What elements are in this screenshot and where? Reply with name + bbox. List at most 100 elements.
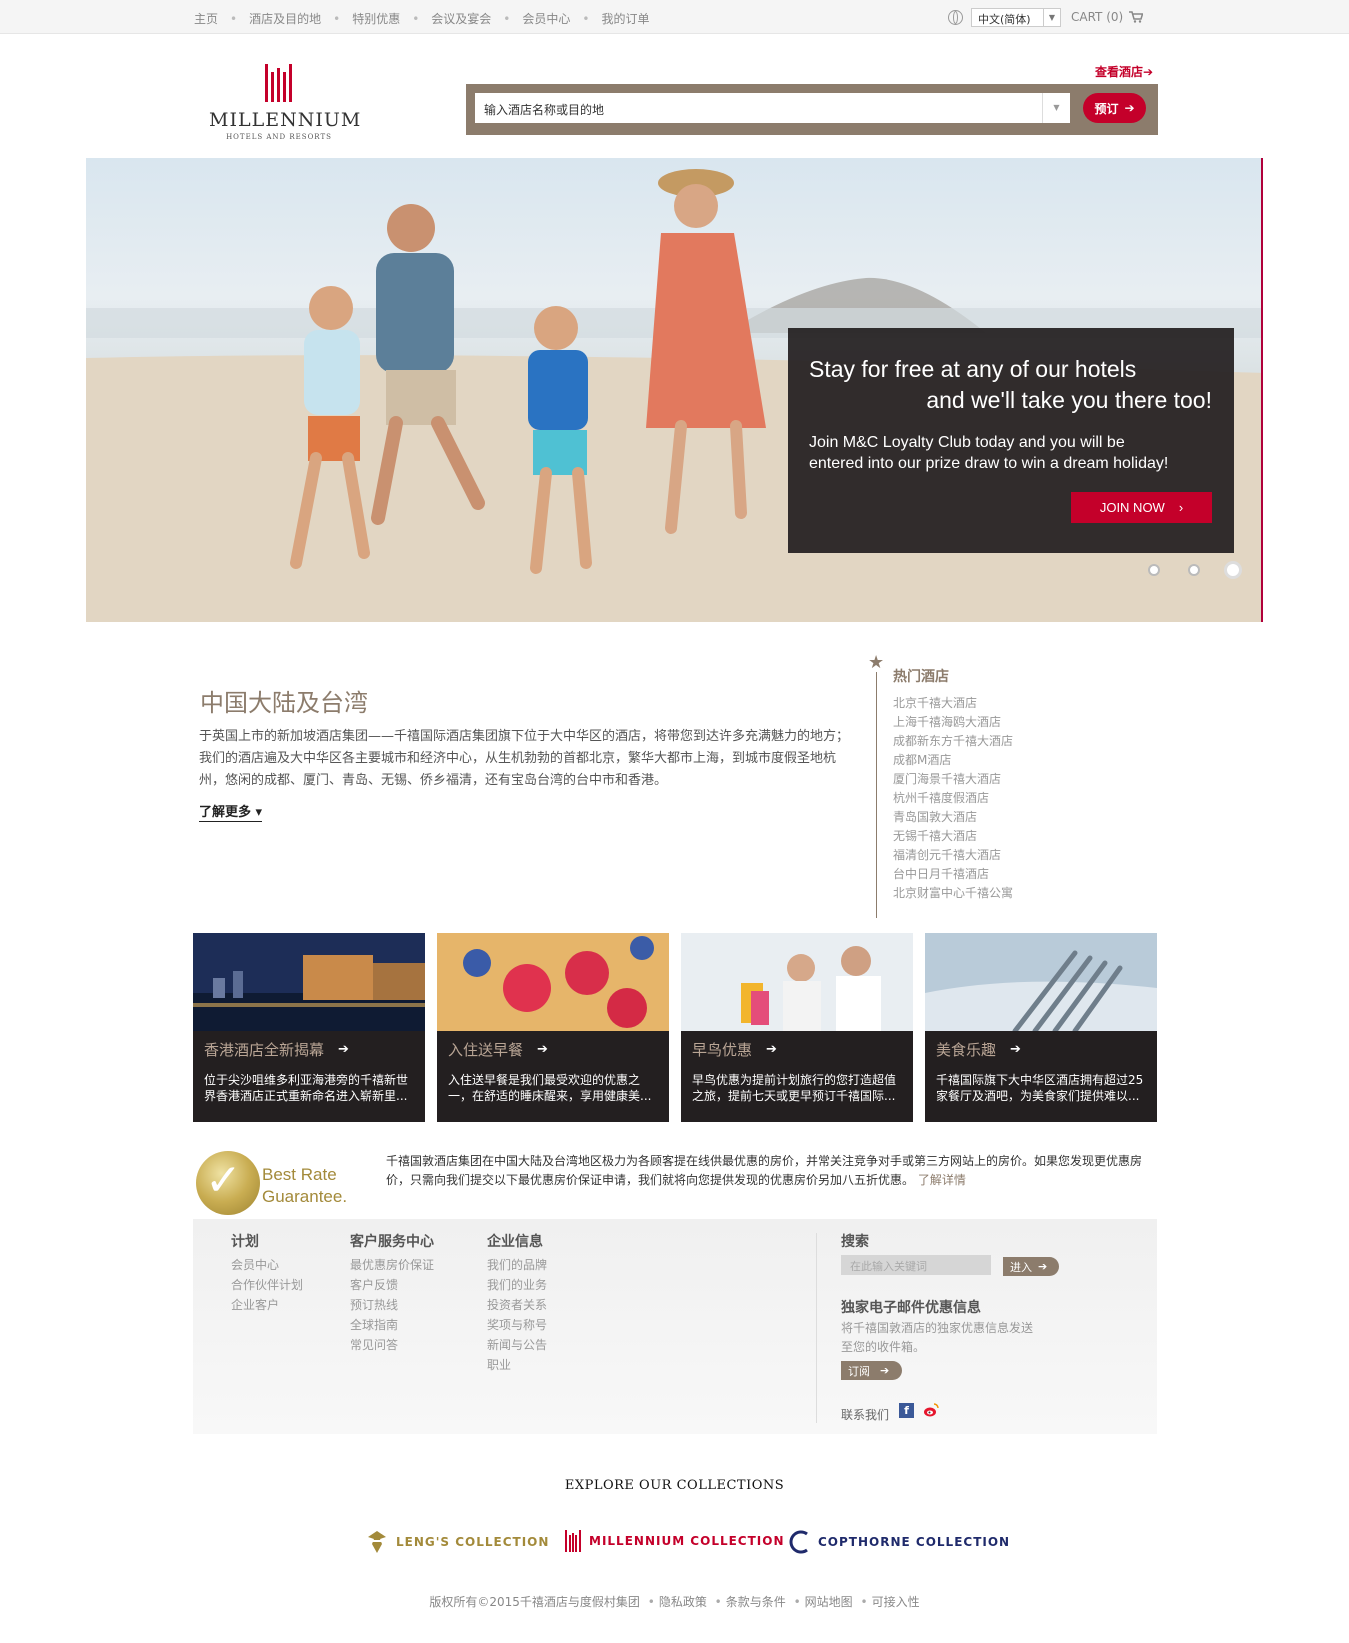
best-rate-badge-icon: ✓	[196, 1151, 260, 1215]
lengs-collection-logo[interactable]: LENG'S COLLECTION	[366, 1530, 549, 1554]
hot-hotel-link[interactable]: 上海千禧海鸥大酒店	[893, 713, 1013, 732]
privacy-link[interactable]: 隐私政策	[659, 1595, 707, 1609]
offer-tile-early-bird[interactable]: 早鸟优惠 ➔ 早鸟优惠为提前计划旅行的您打造超值之旅，提前七天或更早预订千禧国际…	[681, 933, 913, 1122]
slide-dot-1[interactable]	[1148, 564, 1160, 576]
tile-title: 美食乐趣	[936, 1041, 997, 1059]
footer-link[interactable]: 合作伙伴计划	[231, 1275, 303, 1295]
footer-link[interactable]: 新闻与公告	[487, 1335, 547, 1355]
nav-home[interactable]: 主页	[194, 10, 218, 27]
footer-search-input[interactable]: 在此输入关键词	[841, 1255, 991, 1275]
cart-label: CART (0)	[1071, 10, 1124, 24]
language-select[interactable]: 中文(简体) ▼	[971, 8, 1061, 27]
offer-tile-hk-hotel[interactable]: 香港酒店全新揭幕 ➔ 位于尖沙咀维多利亚海港旁的千禧新世界香港酒店正式重新命名进…	[193, 933, 425, 1122]
hotel-search-bar: 输入酒店名称或目的地 ▼ 预订 ➔	[466, 84, 1158, 135]
copthorne-collection-logo[interactable]: COPTHORNE COLLECTION	[788, 1530, 1010, 1554]
destination-input[interactable]: 输入酒店名称或目的地 ▼	[475, 93, 1070, 123]
accessibility-link[interactable]: 可接入性	[872, 1595, 920, 1609]
arrow-right-icon: ➔	[766, 1042, 777, 1057]
nav-members[interactable]: 会员中心	[522, 10, 570, 27]
cart-icon	[1129, 11, 1144, 23]
hot-hotel-link[interactable]: 无锡千禧大酒店	[893, 827, 1013, 846]
chevron-down-icon: ▼	[1043, 9, 1060, 26]
region-title: 中国大陆及台湾	[200, 689, 368, 717]
hot-hotel-link[interactable]: 福清创元千禧大酒店	[893, 846, 1013, 865]
chevron-right-icon: ›	[1178, 500, 1184, 515]
hot-hotel-link[interactable]: 北京千禧大酒店	[893, 694, 1013, 713]
hot-hotel-link[interactable]: 成都M酒店	[893, 751, 1013, 770]
couple-shopping-image	[681, 933, 913, 1031]
arrow-right-icon: ➔	[537, 1042, 548, 1057]
learn-more-link[interactable]: 了解更多 ▾	[199, 805, 263, 822]
tile-description: 位于尖沙咀维多利亚海港旁的千禧新世界香港酒店正式重新命名进入崭新里...	[204, 1073, 409, 1103]
star-icon: ★	[868, 652, 885, 673]
slide-dot-3[interactable]	[1224, 561, 1242, 579]
hot-hotels-divider	[876, 672, 877, 918]
arrow-right-icon: ➔	[1010, 1042, 1021, 1057]
collections-heading: EXPLORE OUR COLLECTIONS	[564, 1478, 785, 1493]
footer-link[interactable]: 预订热线	[350, 1295, 434, 1315]
promo-headline-1: Stay for free at any of our hotels	[809, 356, 1137, 382]
arrow-right-icon: ➔	[1124, 101, 1135, 115]
footer-link[interactable]: 会员中心	[231, 1255, 303, 1275]
tile-description: 千禧国际旗下大中华区酒店拥有超过25家餐厅及酒吧，为美食家们提供难以...	[936, 1073, 1144, 1103]
hot-hotel-link[interactable]: 成都新东方千禧大酒店	[893, 732, 1013, 751]
millennium-logo[interactable]: MILLENNIUM HOTELS AND RESORTS	[209, 62, 362, 146]
footer-heading: 企业信息	[487, 1234, 543, 1250]
weibo-icon[interactable]	[923, 1402, 939, 1418]
best-rate-description: 千禧国敦酒店集团在中国大陆及台湾地区极力为各顾客提在线供最优惠的房价，并常关注竞…	[386, 1154, 1143, 1187]
view-hotels-link[interactable]: 查看酒店➔	[1095, 63, 1153, 80]
nav-meetings[interactable]: 会议及宴会	[431, 10, 491, 27]
join-now-button[interactable]: JOIN NOW ›	[1071, 492, 1212, 523]
footer-link[interactable]: 企业客户	[231, 1295, 303, 1315]
terms-link[interactable]: 条款与条件	[726, 1595, 786, 1609]
footer-link[interactable]: 奖项与称号	[487, 1315, 547, 1335]
sitemap-link[interactable]: 网站地图	[805, 1595, 853, 1609]
millennium-collection-logo[interactable]: MILLENNIUM COLLECTION	[565, 1530, 785, 1552]
nav-hotels-destinations[interactable]: 酒店及目的地	[249, 10, 321, 27]
offer-tile-dining[interactable]: 美食乐趣 ➔ 千禧国际旗下大中华区酒店拥有超过25家餐厅及酒吧，为美食家们提供难…	[925, 933, 1157, 1122]
subscribe-button[interactable]: 订阅 ➔	[841, 1361, 902, 1380]
copyright-text: 版权所有©2015千禧酒店与度假村集团	[429, 1595, 640, 1609]
footer-link[interactable]: 投资者关系	[487, 1295, 547, 1315]
hot-hotel-link[interactable]: 台中日月千禧酒店	[893, 865, 1013, 884]
footer-link[interactable]: 全球指南	[350, 1315, 434, 1335]
loyalty-promo-panel: Stay for free at any of our hotels and w…	[788, 328, 1234, 553]
book-button[interactable]: 预订 ➔	[1083, 93, 1146, 123]
slide-dot-2[interactable]	[1188, 564, 1200, 576]
footer-search-button[interactable]: 进入 ➔	[1003, 1257, 1059, 1276]
footer-link[interactable]: 我们的业务	[487, 1275, 547, 1295]
offer-tile-breakfast[interactable]: 入住送早餐 ➔ 入住送早餐是我们最受欢迎的优惠之一，在舒适的睡床醒来，享用健康美…	[437, 933, 669, 1122]
logo-tagline: HOTELS AND RESORTS	[226, 133, 332, 141]
footer-link[interactable]: 最优惠房价保证	[350, 1255, 434, 1275]
footer-heading: 客户服务中心	[350, 1234, 434, 1250]
footer-link[interactable]: 职业	[487, 1355, 547, 1375]
hot-hotel-link[interactable]: 杭州千禧度假酒店	[893, 789, 1013, 808]
arrow-right-icon: ➔	[880, 1364, 890, 1377]
hot-hotel-link[interactable]: 青岛国敦大酒店	[893, 808, 1013, 827]
waffle-raspberries-image	[437, 933, 669, 1031]
footer-link[interactable]: 常见问答	[350, 1335, 434, 1355]
hot-hotel-link[interactable]: 厦门海景千禧大酒店	[893, 770, 1013, 789]
copthorne-logo-icon	[789, 1530, 808, 1554]
arrow-right-icon: ➔	[338, 1042, 349, 1057]
cart-link[interactable]: CART (0)	[1071, 10, 1144, 24]
promo-body-1: Join M&C Loyalty Club today and you will…	[809, 434, 1125, 451]
millennium-logo-icon	[565, 1530, 581, 1552]
footer-col-service: 客户服务中心 最优惠房价保证 客户反馈 预订热线 全球指南 常见问答	[350, 1231, 434, 1355]
logo-wordmark: MILLENNIUM	[209, 109, 362, 131]
facebook-icon[interactable]: f	[899, 1403, 914, 1418]
hk-hotel-night-image	[193, 933, 425, 1031]
footer-link[interactable]: 客户反馈	[350, 1275, 434, 1295]
hero-banner[interactable]: Stay for free at any of our hotels and w…	[86, 158, 1263, 622]
nav-my-bookings[interactable]: 我的订单	[601, 10, 649, 27]
best-rate-details-link[interactable]: 了解详情	[918, 1173, 966, 1187]
nav-offers[interactable]: 特别优惠	[352, 10, 400, 27]
footer-link[interactable]: 我们的品牌	[487, 1255, 547, 1275]
logo-mark-icon	[265, 64, 292, 102]
hot-hotel-link[interactable]: 北京财富中心千禧公寓	[893, 884, 1013, 903]
top-nav: 主页 • 酒店及目的地 • 特别优惠 • 会议及宴会 • 会员中心 • 我的订单	[194, 10, 650, 27]
footer-search-heading: 搜索	[841, 1234, 869, 1250]
best-rate-label-1: Best Rate	[262, 1165, 337, 1184]
fork-napkin-image	[925, 933, 1157, 1031]
chevron-down-icon[interactable]: ▼	[1042, 93, 1070, 123]
